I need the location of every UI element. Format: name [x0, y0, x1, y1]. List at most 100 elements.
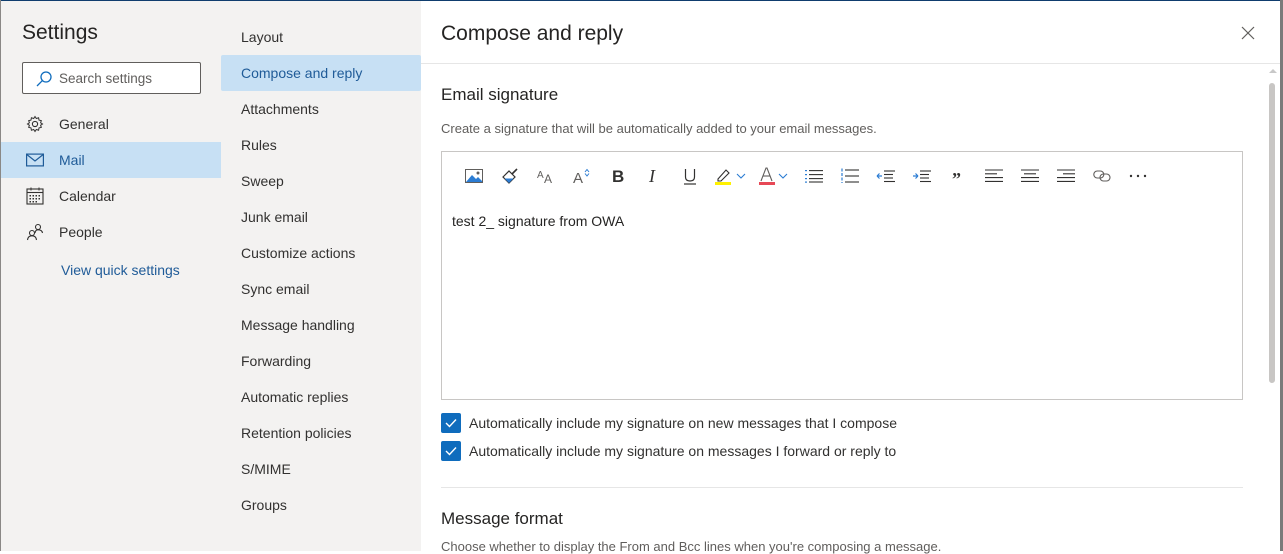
subnav-item-sweep[interactable]: Sweep — [221, 163, 421, 199]
highlight-button[interactable] — [708, 162, 752, 190]
svg-text:A: A — [573, 170, 583, 185]
bullets-button[interactable] — [796, 162, 832, 190]
align-right-icon — [1057, 169, 1075, 182]
sidebar-item-mail[interactable]: Mail — [1, 142, 221, 178]
signature-content[interactable]: test 2_ signature from OWA — [452, 213, 624, 229]
checkmark-icon — [445, 447, 457, 456]
align-left-button[interactable] — [976, 162, 1012, 190]
svg-text:A: A — [544, 172, 552, 184]
mail-subnav-list: Layout Compose and reply Attachments Rul… — [221, 19, 421, 523]
subnav-item-forwarding[interactable]: Forwarding — [221, 343, 421, 379]
sidebar-item-label: General — [59, 116, 109, 132]
subnav-item-attachments[interactable]: Attachments — [221, 91, 421, 127]
more-options-button[interactable] — [1120, 162, 1156, 190]
sidebar-item-calendar[interactable]: Calendar — [1, 178, 221, 214]
sidebar-item-people[interactable]: People — [1, 214, 221, 250]
font-size-icon: AA — [537, 170, 552, 184]
increase-font-size-button[interactable]: A — [564, 162, 600, 190]
increase-font-size-icon: A — [573, 168, 590, 185]
subnav-item-retention-policies[interactable]: Retention policies — [221, 415, 421, 451]
panel-header: Compose and reply — [421, 1, 1280, 64]
link-icon — [1093, 170, 1111, 182]
italic-icon: I — [648, 167, 656, 185]
align-right-button[interactable] — [1048, 162, 1084, 190]
search-placeholder: Search settings — [59, 71, 153, 86]
settings-category-list: General Mail Calendar People — [1, 106, 221, 250]
panel-scrollbar[interactable] — [1267, 64, 1280, 551]
align-left-icon — [985, 169, 1003, 182]
view-quick-settings-link[interactable]: View quick settings — [61, 262, 180, 278]
subnav-item-sync-email[interactable]: Sync email — [221, 271, 421, 307]
search-settings-input[interactable]: Search settings — [22, 62, 201, 94]
decrease-indent-button[interactable] — [868, 162, 904, 190]
svg-text:I: I — [648, 167, 656, 185]
scroll-up-arrow-icon[interactable] — [1269, 69, 1277, 73]
message-format-description: Choose whether to display the From and B… — [441, 539, 942, 554]
font-color-icon — [759, 167, 788, 185]
compose-and-reply-panel: Compose and reply Email signature Create… — [421, 1, 1280, 554]
sidebar-item-label: People — [59, 224, 103, 240]
decrease-indent-icon — [876, 170, 895, 183]
insert-picture-button[interactable] — [456, 162, 492, 190]
align-center-button[interactable] — [1012, 162, 1048, 190]
format-painter-button[interactable] — [492, 162, 528, 190]
subnav-item-automatic-replies[interactable]: Automatic replies — [221, 379, 421, 415]
checkmark-icon — [445, 419, 457, 428]
include-signature-reply-checkbox[interactable] — [441, 441, 461, 461]
increase-indent-icon — [913, 170, 931, 183]
bold-icon: B — [612, 167, 624, 185]
email-signature-description: Create a signature that will be automati… — [441, 121, 877, 136]
font-size-button[interactable]: AA — [528, 162, 564, 190]
gear-icon — [25, 114, 45, 134]
calendar-icon — [25, 186, 45, 206]
subnav-item-customize-actions[interactable]: Customize actions — [221, 235, 421, 271]
format-painter-icon — [502, 168, 518, 184]
people-icon — [25, 222, 45, 242]
settings-sidebar: Settings Search settings General Mail Ca… — [1, 1, 221, 551]
sidebar-item-label: Mail — [59, 152, 85, 168]
checkbox-label: Automatically include my signature on ne… — [469, 415, 897, 431]
section-divider — [441, 487, 1243, 488]
scrollbar-thumb[interactable] — [1269, 83, 1275, 383]
mail-settings-subnav: Layout Compose and reply Attachments Rul… — [221, 1, 421, 551]
underline-button[interactable] — [672, 162, 708, 190]
svg-text:B: B — [612, 167, 624, 185]
search-icon — [36, 71, 52, 87]
subnav-item-smime[interactable]: S/MIME — [221, 451, 421, 487]
checkbox-label: Automatically include my signature on me… — [469, 443, 897, 459]
subnav-item-junk-email[interactable]: Junk email — [221, 199, 421, 235]
signature-editor[interactable]: AA A B I ” test 2_ signature from OWA — [441, 151, 1243, 400]
insert-picture-icon — [465, 169, 483, 183]
formatting-toolbar: AA A B I ” — [456, 162, 1156, 190]
quote-icon: ” — [952, 169, 961, 183]
include-signature-new-checkbox[interactable] — [441, 413, 461, 433]
close-icon[interactable] — [1238, 23, 1258, 43]
svg-text:”: ” — [952, 169, 961, 183]
font-color-button[interactable] — [752, 162, 796, 190]
quote-button[interactable]: ” — [940, 162, 976, 190]
include-signature-new-messages-option[interactable]: Automatically include my signature on ne… — [441, 413, 897, 433]
italic-button[interactable]: I — [636, 162, 672, 190]
page-title: Compose and reply — [441, 22, 624, 45]
insert-link-button[interactable] — [1084, 162, 1120, 190]
svg-text:A: A — [537, 170, 544, 181]
underline-icon — [684, 169, 696, 185]
subnav-item-compose-and-reply[interactable]: Compose and reply — [221, 55, 421, 91]
bold-button[interactable]: B — [600, 162, 636, 190]
numbering-icon — [841, 168, 859, 183]
mail-icon — [25, 150, 45, 170]
subnav-item-groups[interactable]: Groups — [221, 487, 421, 523]
subnav-item-message-handling[interactable]: Message handling — [221, 307, 421, 343]
settings-title: Settings — [22, 21, 98, 44]
sidebar-item-general[interactable]: General — [1, 106, 221, 142]
include-signature-forward-reply-option[interactable]: Automatically include my signature on me… — [441, 441, 896, 461]
subnav-item-rules[interactable]: Rules — [221, 127, 421, 163]
numbering-button[interactable] — [832, 162, 868, 190]
email-signature-heading: Email signature — [441, 85, 559, 104]
subnav-item-layout[interactable]: Layout — [221, 19, 421, 55]
increase-indent-button[interactable] — [904, 162, 940, 190]
highlight-icon — [715, 169, 746, 185]
sidebar-item-label: Calendar — [59, 188, 116, 204]
bullets-icon — [805, 170, 823, 183]
more-options-icon — [1129, 174, 1147, 178]
